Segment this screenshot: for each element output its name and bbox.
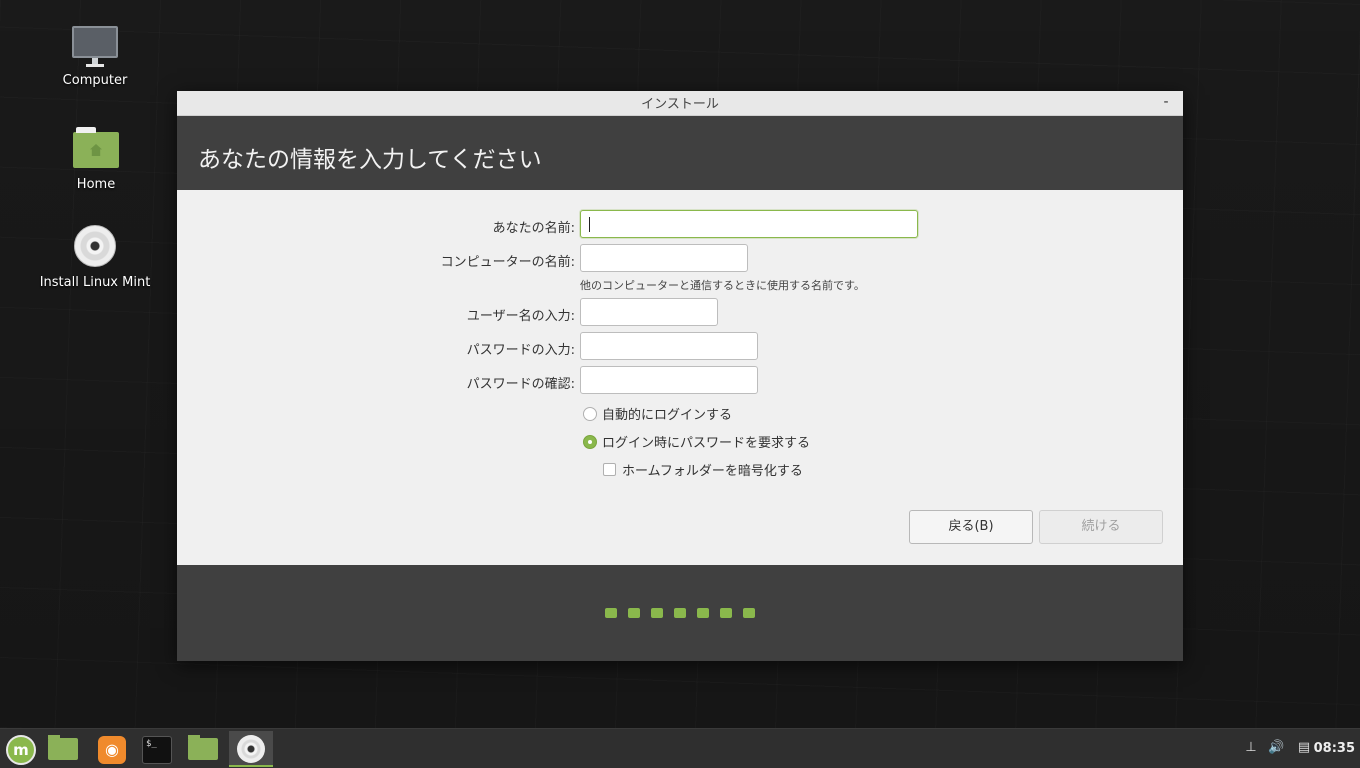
password-confirm-label: パスワードの確認:: [466, 377, 575, 392]
password-label: パスワードの入力:: [466, 343, 575, 358]
clock[interactable]: 08:35: [1314, 741, 1355, 756]
installer-window: インストール - あなたの情報を入力してください あなたの名前: コンピューター…: [177, 91, 1183, 661]
desktop-icon-computer[interactable]: Computer: [35, 26, 155, 88]
installer-task[interactable]: [229, 731, 273, 767]
terminal-icon: $_: [142, 736, 172, 764]
network-icon[interactable]: ⊥: [1243, 740, 1259, 756]
desktop-icon-label: Install Linux Mint: [39, 275, 151, 290]
mint-logo-icon: m: [6, 735, 36, 765]
encrypt-home-option[interactable]: ホームフォルダーを暗号化する: [603, 460, 803, 479]
user-info-form: あなたの名前: コンピューターの名前: 他のコンピューターと通信するときに使用す…: [177, 190, 1183, 565]
continue-button[interactable]: 続ける: [1039, 510, 1163, 544]
password-input[interactable]: [580, 332, 758, 360]
progress-dot: [720, 608, 732, 618]
require-password-label: ログイン時にパスワードを要求する: [602, 436, 811, 451]
desktop-icon-install[interactable]: Install Linux Mint: [35, 225, 155, 290]
back-button[interactable]: 戻る(B): [909, 510, 1033, 544]
progress-dots: [605, 608, 755, 618]
encrypt-home-label: ホームフォルダーを暗号化する: [622, 464, 803, 479]
progress-dot: [697, 608, 709, 618]
username-label: ユーザー名の入力:: [466, 309, 575, 324]
username-input[interactable]: [580, 298, 718, 326]
taskbar: m ◉ $_ ⊥ 🔊 ▤ 08:35: [0, 728, 1360, 768]
computer-name-hint: 他のコンピューターと通信するときに使用する名前です。: [580, 279, 865, 292]
clipboard-icon[interactable]: ▤: [1296, 740, 1312, 756]
desktop-icon-label: Home: [76, 177, 116, 192]
page-heading: あなたの情報を入力してください: [177, 116, 1183, 190]
auto-login-option[interactable]: 自動的にログインする: [583, 404, 732, 423]
computer-icon: [35, 26, 155, 67]
progress-dot: [674, 608, 686, 618]
terminal-launcher[interactable]: $_: [136, 731, 180, 767]
progress-dot: [605, 608, 617, 618]
window-title: インストール: [641, 97, 719, 112]
files-icon: [188, 735, 218, 760]
minimize-button[interactable]: -: [1159, 91, 1173, 116]
auto-login-label: 自動的にログインする: [602, 408, 733, 423]
progress-footer: [177, 565, 1183, 661]
progress-dot: [628, 608, 640, 618]
encrypt-home-checkbox[interactable]: [603, 463, 616, 476]
password-confirm-input[interactable]: [580, 366, 758, 394]
home-folder-icon: [73, 127, 119, 168]
progress-dot: [651, 608, 663, 618]
computer-name-label: コンピューターの名前:: [440, 255, 575, 270]
your-name-input[interactable]: [580, 210, 918, 238]
show-desktop-button[interactable]: [42, 731, 86, 767]
progress-dot: [743, 608, 755, 618]
files-launcher[interactable]: [182, 731, 226, 767]
window-titlebar[interactable]: インストール -: [177, 91, 1183, 116]
volume-icon[interactable]: 🔊: [1268, 740, 1284, 756]
computer-name-input[interactable]: [580, 244, 748, 272]
installer-icon: [237, 735, 265, 763]
text-cursor: [589, 217, 590, 232]
browser-icon: ◉: [98, 736, 126, 764]
browser-launcher[interactable]: ◉: [90, 731, 134, 767]
menu-button[interactable]: m: [0, 731, 44, 767]
your-name-label: あなたの名前:: [492, 221, 575, 236]
show-desktop-icon: [48, 735, 78, 760]
require-password-option[interactable]: ログイン時にパスワードを要求する: [583, 432, 810, 451]
require-password-radio[interactable]: [583, 434, 597, 449]
disc-icon: [74, 225, 116, 267]
desktop-icon-home[interactable]: Home: [36, 127, 156, 192]
desktop-icon-label: Computer: [62, 73, 128, 88]
auto-login-radio[interactable]: [583, 406, 597, 421]
